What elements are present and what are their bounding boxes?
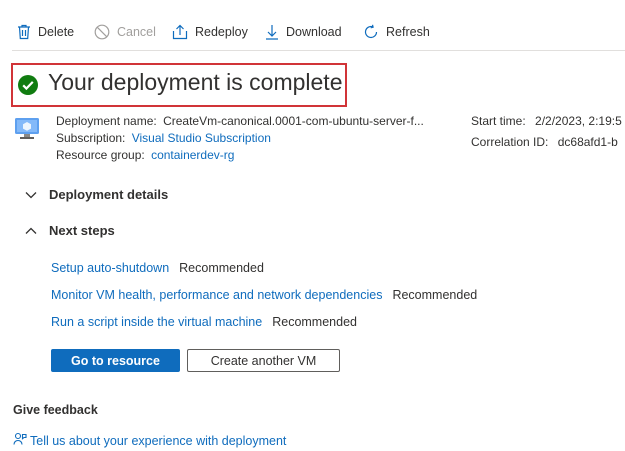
cancel-label: Cancel: [117, 25, 156, 39]
deployment-name-label: Deployment name:: [56, 114, 157, 128]
correlation-id-row: Correlation ID: dc68afd1-b: [471, 135, 625, 149]
redeploy-label: Redeploy: [195, 25, 248, 39]
recommended-tag: Recommended: [392, 288, 478, 302]
download-label: Download: [286, 25, 342, 39]
start-time-label: Start time:: [471, 114, 526, 128]
download-icon: [265, 24, 279, 40]
refresh-button[interactable]: Refresh: [363, 24, 430, 40]
subscription-row: Subscription: Visual Studio Subscription: [56, 131, 271, 145]
upload-icon: [172, 24, 188, 40]
cancel-icon: [94, 24, 110, 40]
refresh-label: Refresh: [386, 25, 430, 39]
next-steps-toggle[interactable]: Next steps: [25, 223, 115, 238]
subscription-link[interactable]: Visual Studio Subscription: [132, 131, 271, 145]
correlation-id-value: dc68afd1-b: [557, 135, 618, 149]
start-time-value: 2/2/2023, 2:19:5: [535, 114, 622, 128]
chevron-up-icon: [25, 223, 37, 238]
redeploy-button[interactable]: Redeploy: [172, 24, 248, 40]
deployment-details-label: Deployment details: [49, 187, 169, 202]
resource-group-link[interactable]: containerdev-rg: [151, 148, 234, 162]
go-to-resource-button[interactable]: Go to resource: [51, 349, 180, 372]
deployment-details-toggle[interactable]: Deployment details: [25, 187, 168, 202]
next-steps-label: Next steps: [49, 223, 115, 238]
resource-group-row: Resource group: containerdev-rg: [56, 148, 234, 162]
refresh-icon: [363, 24, 379, 40]
deployment-name-row: Deployment name: CreateVm-canonical.0001…: [56, 114, 424, 128]
feedback-link[interactable]: Tell us about your experience with deplo…: [13, 432, 286, 449]
feedback-person-icon: [13, 432, 27, 449]
create-another-vm-button[interactable]: Create another VM: [187, 349, 340, 372]
chevron-down-icon: [25, 187, 37, 202]
monitor-vm-health-link[interactable]: Monitor VM health, performance and netwo…: [51, 288, 382, 302]
run-script-link[interactable]: Run a script inside the virtual machine: [51, 315, 262, 329]
deployment-name-value: CreateVm-canonical.0001-com-ubuntu-serve…: [163, 114, 424, 128]
delete-button[interactable]: Delete: [17, 24, 74, 40]
feedback-heading: Give feedback: [13, 403, 98, 417]
download-button[interactable]: Download: [265, 24, 342, 40]
start-time-row: Start time: 2/2/2023, 2:19:5: [471, 114, 625, 128]
list-item: Setup auto-shutdown Recommended: [51, 261, 264, 275]
toolbar-divider: [12, 50, 625, 51]
page-title: Your deployment is complete: [48, 69, 343, 95]
recommended-tag: Recommended: [179, 261, 264, 275]
trash-icon: [17, 24, 31, 40]
list-item: Monitor VM health, performance and netwo…: [51, 288, 477, 302]
recommended-tag: Recommended: [272, 315, 357, 329]
subscription-label: Subscription:: [56, 131, 126, 145]
correlation-id-label: Correlation ID:: [471, 135, 549, 149]
delete-label: Delete: [38, 25, 75, 39]
list-item: Run a script inside the virtual machine R…: [51, 315, 357, 329]
success-check-icon: [17, 74, 39, 99]
virtual-machine-icon: [14, 117, 40, 144]
feedback-link-label: Tell us about your experience with deplo…: [30, 433, 287, 448]
setup-auto-shutdown-link[interactable]: Setup auto-shutdown: [51, 261, 169, 275]
cancel-button[interactable]: Cancel: [94, 24, 156, 40]
resource-group-label: Resource group:: [56, 148, 145, 162]
